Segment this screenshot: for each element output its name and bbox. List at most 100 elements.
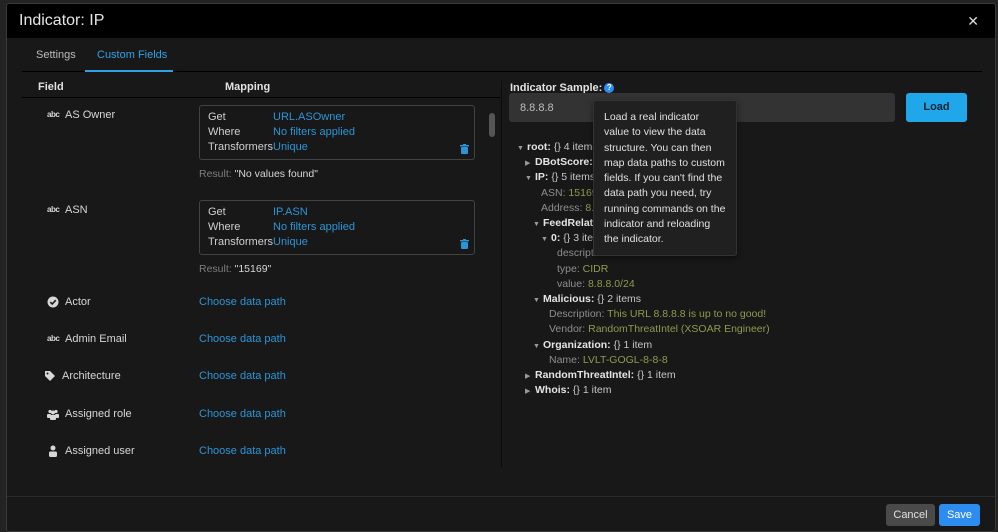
tree-key: DBotScore: [535, 156, 593, 169]
tree-node[interactable]: ▼ root: {} 4 items [517, 141, 598, 153]
column-header-field: Field [38, 81, 64, 93]
tree-type: {} 1 item [634, 369, 676, 381]
tree-node: value: 8.8.8.0/24 [557, 278, 635, 290]
choose-data-path-link[interactable]: Choose data path [199, 333, 286, 345]
dialog-title: Indicator: IP [19, 12, 105, 29]
get-value-link[interactable]: URL.ASOwner [273, 111, 345, 123]
column-header-mapping: Mapping [225, 81, 271, 93]
user-icon [49, 445, 57, 457]
tree-node[interactable]: ▼ Malicious: {} 2 items [533, 293, 641, 305]
tab-bar: Settings Custom Fields [22, 39, 982, 72]
transformers-label: Transformers [208, 141, 273, 153]
choose-data-path-link[interactable]: Choose data path [199, 370, 286, 382]
help-icon[interactable]: ? [604, 83, 615, 93]
tree-node[interactable]: ▶ Whois: {} 1 item [525, 384, 611, 396]
tree-node[interactable]: ▶ DBotScore: [525, 156, 593, 168]
tree-value: This URL 8.8.8.8 is up to no good! [604, 308, 767, 321]
text-type-icon: abc [47, 334, 60, 343]
footer-divider [7, 496, 995, 497]
tab-settings[interactable]: Settings [36, 49, 76, 61]
result-text: Result: "No values found" [199, 168, 318, 180]
where-value-link[interactable]: No filters applied [273, 221, 355, 233]
tree-value: LVLT-GOGL-8-8-8 [579, 353, 668, 366]
tree-key: 0: [551, 232, 561, 245]
choose-data-path-link[interactable]: Choose data path [199, 296, 286, 308]
active-tab-indicator [85, 70, 173, 72]
field-label: Actor [65, 296, 91, 308]
tree-key: IP: [535, 171, 549, 184]
indicator-dialog: Indicator: IP ✕ Settings Custom Fields F… [6, 3, 996, 532]
caret-down-icon[interactable]: ▼ [533, 343, 543, 350]
caret-right-icon[interactable]: ▶ [525, 387, 535, 395]
tree-node: ASN: 15169 [541, 187, 598, 199]
tree-node: Description: This URL 8.8.8.8 is up to n… [549, 308, 766, 320]
dialog-header: Indicator: IP ✕ [7, 4, 995, 38]
caret-right-icon[interactable]: ▶ [525, 372, 535, 380]
field-label: Architecture [62, 370, 121, 382]
tree-key: value: [557, 277, 586, 290]
tree-key: RandomThreatIntel: [535, 369, 635, 381]
where-label: Where [208, 126, 241, 138]
field-label: Admin Email [65, 333, 127, 345]
tree-value: RandomThreatIntel (XSOAR Engineer) [585, 323, 770, 336]
tree-value: CIDR [579, 262, 609, 275]
tag-icon [45, 371, 55, 381]
result-text: Result: "15169" [199, 263, 272, 275]
tree-key: Malicious: [543, 293, 595, 305]
caret-down-icon[interactable]: ▼ [533, 297, 543, 304]
tree-node[interactable]: ▼ IP: {} 5 items [525, 171, 595, 183]
users-icon [47, 409, 59, 420]
text-type-icon: abc [47, 110, 60, 119]
choose-data-path-link[interactable]: Choose data path [199, 408, 286, 420]
tree-type: {} 1 item [570, 384, 612, 397]
where-label: Where [208, 221, 241, 233]
tree-node[interactable]: ▼ Organization: {} 1 item [533, 339, 652, 351]
transformers-value-link[interactable]: Unique [273, 236, 308, 248]
get-label: Get [208, 111, 226, 123]
get-value-link[interactable]: IP.ASN [273, 206, 308, 218]
tree-key: type: [557, 262, 580, 275]
close-icon[interactable]: ✕ [967, 13, 979, 30]
transformers-value-link[interactable]: Unique [273, 141, 308, 153]
tree-node: Name: LVLT-GOGL-8-8-8 [549, 354, 668, 366]
where-value-link[interactable]: No filters applied [273, 126, 355, 138]
text-type-icon: abc [47, 205, 60, 214]
tree-key: Whois: [535, 384, 570, 397]
tree-key: root: [527, 141, 551, 153]
trash-icon[interactable] [460, 144, 469, 154]
trash-icon[interactable] [460, 239, 469, 249]
mapping-box[interactable]: Get URL.ASOwner Where No filters applied… [199, 105, 475, 160]
field-label: ASN [65, 204, 88, 216]
field-label: Assigned role [65, 408, 132, 420]
tab-custom-fields[interactable]: Custom Fields [97, 49, 167, 61]
tree-key: Name: [549, 353, 580, 366]
check-circle-icon [47, 296, 59, 308]
tree-type: {} 4 items [550, 141, 598, 153]
tree-key: Vendor: [549, 323, 586, 336]
caret-down-icon[interactable]: ▼ [525, 175, 535, 182]
transformers-label: Transformers [208, 236, 273, 248]
field-label: Assigned user [65, 445, 135, 457]
tree-key: ASN: [541, 186, 566, 199]
tree-node[interactable]: ▶ RandomThreatIntel: {} 1 item [525, 369, 676, 381]
field-label: AS Owner [65, 109, 116, 121]
caret-down-icon[interactable]: ▼ [533, 221, 543, 228]
get-label: Get [208, 206, 226, 218]
load-button[interactable]: Load [906, 93, 967, 122]
help-tooltip: Load a real indicator value to view the … [593, 100, 737, 256]
tree-value: 8.8.8.0/24 [585, 277, 635, 290]
mapping-box[interactable]: Get IP.ASN Where No filters applied Tran… [199, 200, 475, 255]
tree-key: Organization: [543, 338, 611, 351]
fields-scrollbar[interactable] [489, 113, 495, 137]
save-button[interactable]: Save [939, 504, 980, 526]
tree-type: {} 1 item [610, 338, 653, 351]
caret-right-icon[interactable]: ▶ [525, 159, 535, 167]
cancel-button[interactable]: Cancel [886, 504, 935, 526]
choose-data-path-link[interactable]: Choose data path [199, 445, 286, 457]
tree-type: {} 5 items [548, 171, 596, 184]
tree-node: type: CIDR [557, 263, 608, 275]
caret-down-icon[interactable]: ▼ [541, 236, 551, 243]
header-divider [22, 97, 500, 98]
caret-down-icon[interactable]: ▼ [517, 145, 527, 152]
tree-key: Address: [541, 201, 583, 214]
